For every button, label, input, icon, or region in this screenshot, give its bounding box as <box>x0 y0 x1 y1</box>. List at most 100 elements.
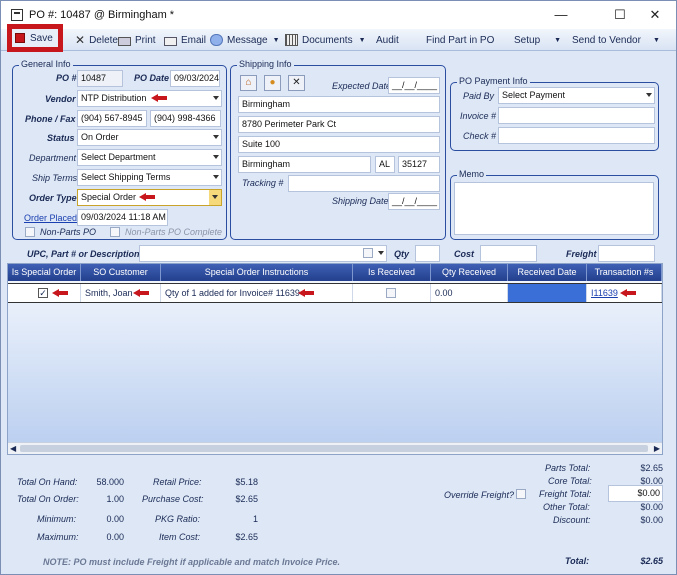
qty-received-cell[interactable]: 0.00 <box>431 284 508 302</box>
minimum-value: 0.00 <box>106 514 124 524</box>
freight-total-label: Freight Total: <box>539 489 592 499</box>
non-parts-po-complete-checkbox[interactable] <box>110 227 120 237</box>
memo-textarea[interactable] <box>454 182 654 235</box>
non-parts-po-complete-label: Non-Parts PO Complete <box>125 227 223 237</box>
vendor-select[interactable]: NTP Distribution <box>77 90 222 107</box>
chevron-down-icon: ▼ <box>554 36 562 44</box>
order-type-label: Order Type <box>29 193 77 203</box>
phone-field[interactable]: (904) 567-8945 <box>77 110 147 127</box>
close-button[interactable]: ✕ <box>632 1 677 29</box>
table-row[interactable]: ✓ Smith, Joan Qty of 1 added for Invoice… <box>8 283 662 303</box>
paid-by-select[interactable]: Select Payment <box>498 87 655 104</box>
audit-button[interactable]: Audit <box>376 30 399 50</box>
customer-icon[interactable]: ● <box>264 75 281 91</box>
phone-fax-label: Phone / Fax <box>25 114 76 124</box>
department-select[interactable]: Select Department <box>77 149 222 166</box>
send-to-vendor-button[interactable]: Send to Vendor ▼ <box>572 30 660 50</box>
status-select[interactable]: On Order <box>77 129 222 146</box>
check-label: Check # <box>463 131 497 141</box>
chevron-down-icon <box>209 190 221 205</box>
parts-total-label: Parts Total: <box>545 463 591 473</box>
non-parts-po-label: Non-Parts PO <box>40 227 97 237</box>
shipping-date-field[interactable]: __/__/____ <box>388 193 440 210</box>
transaction-link[interactable]: I11639 <box>591 288 618 298</box>
other-total-label: Other Total: <box>543 502 590 512</box>
setup-button[interactable]: Setup ▼ <box>514 30 561 50</box>
window-title: PO #: 10487 @ Birmingham * <box>29 9 175 21</box>
order-placed-link[interactable]: Order Placed <box>24 213 77 223</box>
department-label: Department <box>29 153 77 163</box>
documents-icon <box>285 34 298 46</box>
scroll-left-icon[interactable]: ◀ <box>10 443 16 454</box>
non-parts-po-checkbox[interactable] <box>25 227 35 237</box>
qty-input[interactable] <box>415 245 440 262</box>
expected-date-field[interactable]: __/__/____ <box>388 77 440 94</box>
chevron-down-icon <box>213 135 219 139</box>
so-customer-cell: Smith, Joan <box>81 284 161 302</box>
ship-zip-field[interactable]: 35127 <box>398 156 440 173</box>
delete-button[interactable]: ✕ Delete <box>75 30 118 50</box>
cost-input[interactable] <box>480 245 537 262</box>
delete-icon: ✕ <box>75 33 86 47</box>
received-date-cell[interactable] <box>508 284 587 302</box>
save-button[interactable]: Save <box>12 29 58 47</box>
invoice-field[interactable] <box>498 107 655 124</box>
item-cost-value: $2.65 <box>235 532 258 542</box>
clear-icon[interactable]: ✕ <box>288 75 305 91</box>
freight-input[interactable] <box>598 245 655 262</box>
tracking-field[interactable] <box>288 175 440 192</box>
title-bar: PO #: 10487 @ Birmingham * — ☐ ✕ <box>1 1 676 29</box>
po-number-field[interactable]: 10487 <box>77 70 123 87</box>
col-is-special-order[interactable]: Is Special Order <box>8 264 81 281</box>
freight-note: NOTE: PO must include Freight if applica… <box>43 557 341 567</box>
order-placed-field[interactable]: 09/03/2024 11:18 AM <box>77 209 168 226</box>
col-received-date[interactable]: Received Date <box>508 264 587 281</box>
documents-button[interactable]: Documents ▼ <box>285 30 366 50</box>
fax-field[interactable]: (904) 998-4366 <box>150 110 221 127</box>
chevron-down-icon <box>213 96 219 100</box>
po-date-field[interactable]: 09/03/2024 <box>170 70 220 87</box>
col-qty-received[interactable]: Qty Received <box>431 264 508 281</box>
col-special-order-instructions[interactable]: Special Order Instructions <box>161 264 353 281</box>
shipping-date-label: Shipping Date <box>332 196 389 206</box>
po-window: PO #: 10487 @ Birmingham * — ☐ ✕ ✕ Delet… <box>0 0 677 575</box>
store-icon[interactable]: ⌂ <box>240 75 257 91</box>
save-highlight: Save <box>7 24 63 52</box>
ship-city-field[interactable]: Birmingham <box>238 156 371 173</box>
minimize-button[interactable]: — <box>538 1 584 29</box>
message-button[interactable]: Message ▼ <box>210 30 280 50</box>
save-icon <box>15 33 25 43</box>
col-so-customer[interactable]: SO Customer <box>81 264 161 281</box>
ship-state-field[interactable]: AL <box>375 156 395 173</box>
ship-address1-field[interactable]: 8780 Perimeter Park Ct <box>238 116 440 133</box>
callout-arrow-icon <box>298 289 314 297</box>
is-received-checkbox[interactable] <box>386 288 396 298</box>
retail-price-value: $5.18 <box>235 477 258 487</box>
maximum-value: 0.00 <box>106 532 124 542</box>
col-transaction[interactable]: Transaction #s <box>587 264 662 281</box>
scroll-right-icon[interactable]: ▶ <box>654 443 660 454</box>
is-special-order-checkbox[interactable]: ✓ <box>38 288 48 298</box>
status-label: Status <box>47 133 75 143</box>
check-field[interactable] <box>498 127 655 144</box>
freight-label: Freight <box>566 249 597 259</box>
memo-legend: Memo <box>457 169 487 179</box>
horizontal-scrollbar[interactable]: ◀ ▶ <box>8 442 662 454</box>
col-is-received[interactable]: Is Received <box>353 264 431 281</box>
search-option-checkbox[interactable] <box>363 248 373 258</box>
ship-address2-field[interactable]: Suite 100 <box>238 136 440 153</box>
ship-terms-select[interactable]: Select Shipping Terms <box>77 169 222 186</box>
upc-search-input[interactable] <box>139 245 387 262</box>
find-part-button[interactable]: Find Part in PO <box>426 30 494 50</box>
email-button[interactable]: Email <box>164 30 206 50</box>
total-label: Total: <box>565 556 590 566</box>
scroll-thumb[interactable] <box>20 445 648 452</box>
ship-name-field[interactable]: Birmingham <box>238 96 440 113</box>
callout-arrow-icon <box>620 289 636 297</box>
freight-total-field[interactable]: $0.00 <box>608 485 663 502</box>
callout-arrow-icon <box>139 193 155 201</box>
print-button[interactable]: Print <box>118 30 156 50</box>
tracking-label: Tracking # <box>242 178 284 188</box>
override-freight-checkbox[interactable] <box>516 489 526 499</box>
chevron-down-icon <box>378 251 384 255</box>
